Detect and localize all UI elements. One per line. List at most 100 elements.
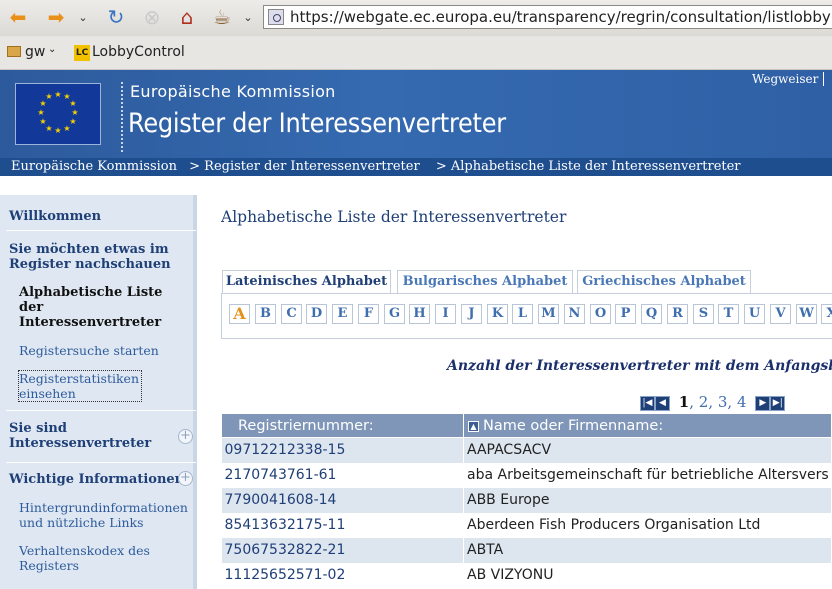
coffee-cup-icon[interactable]: ☕ bbox=[209, 4, 235, 30]
letter-link-q[interactable]: Q bbox=[641, 304, 662, 324]
last-page-icon[interactable]: ▶| bbox=[770, 395, 786, 411]
table-body: 09712212338-15 AAPACSACV 2170743761-61 aba … bbox=[221, 437, 832, 588]
svg-text:★: ★ bbox=[69, 99, 76, 108]
table-row[interactable]: 85413632175-11 Aberdeen Fish Producers Or… bbox=[221, 512, 832, 538]
letter-link-c[interactable]: C bbox=[281, 304, 302, 324]
back-arrow-icon[interactable]: ⬅ bbox=[5, 4, 31, 30]
letter-link-t[interactable]: T bbox=[718, 304, 739, 324]
sidebar-section-wichtige-informationen[interactable]: Wichtige Informationen bbox=[9, 472, 184, 487]
stop-icon[interactable]: ⊗ bbox=[139, 4, 165, 30]
bookmarks-toolbar: gw ⌄ LC LobbyControl bbox=[0, 36, 832, 70]
letter-link-j[interactable]: J bbox=[461, 304, 482, 324]
current-page: 1 bbox=[678, 393, 690, 411]
table-row[interactable]: 7790041608-14 ABB Europe bbox=[221, 487, 832, 513]
registriernummer-cell[interactable]: 09712212338-15 bbox=[221, 437, 464, 463]
sidebar-item-hintergrundinformationen[interactable]: Hintergrundinformationen und nützliche L… bbox=[19, 500, 191, 530]
letter-link-d[interactable]: D bbox=[306, 304, 327, 324]
sidebar-willkommen[interactable]: Willkommen bbox=[9, 209, 101, 224]
column-header-name-label: Name oder Firmenname: bbox=[483, 417, 664, 434]
sidebar-section-interessenvertreter[interactable]: Sie sind Interessenvertreter bbox=[9, 421, 169, 451]
column-header-registriernummer[interactable]: Registriernummer: bbox=[221, 413, 464, 438]
addon-dropdown-icon[interactable]: ⌄ bbox=[240, 4, 256, 30]
sidebar-item-registerstatistiken[interactable]: Registerstatistiken einsehen bbox=[18, 370, 142, 402]
table-row[interactable]: 11125652571-02 AB VIZYONU bbox=[221, 562, 832, 588]
letter-link-w[interactable]: W bbox=[796, 304, 817, 324]
registriernummer-cell[interactable]: 2170743761-61 bbox=[221, 462, 464, 488]
bookmark-lobbycontrol[interactable]: LobbyControl bbox=[92, 44, 185, 60]
svg-text:★: ★ bbox=[63, 124, 70, 133]
expand-plus-icon[interactable]: + bbox=[178, 471, 193, 486]
sidebar-item-alphabetische-liste: Alphabetische Liste der Interessenvertre… bbox=[19, 285, 163, 330]
letter-link-b[interactable]: B bbox=[255, 304, 276, 324]
letter-link-l[interactable]: L bbox=[512, 304, 533, 324]
registriernummer-cell[interactable]: 75067532822-21 bbox=[221, 537, 464, 563]
letter-link-k[interactable]: K bbox=[487, 304, 508, 324]
home-icon[interactable]: ⌂ bbox=[174, 4, 200, 30]
forward-arrow-icon[interactable]: ➡ bbox=[43, 4, 69, 30]
table-row[interactable]: 2170743761-61 aba Arbeitsgemeinschaft für… bbox=[221, 462, 832, 488]
sidebar-section-nachschauen[interactable]: Sie möchten etwas im Register nachschaue… bbox=[9, 242, 179, 272]
eu-flag-logo: ★ ★ ★ ★ ★ ★ ★ ★ ★ ★ ★ ★ bbox=[15, 83, 101, 145]
letter-link-s[interactable]: S bbox=[693, 304, 714, 324]
next-page-icon[interactable]: ▶ bbox=[755, 395, 771, 411]
tab-bulgarisches-alphabet[interactable]: Bulgarisches Alphabet bbox=[397, 270, 573, 294]
firmenname-cell[interactable]: AAPACSACV bbox=[463, 437, 832, 463]
tab-lateinisches-alphabet[interactable]: Lateinisches Alphabet bbox=[222, 270, 391, 294]
breadcrumb-item-register[interactable]: > Register der Interessenvertreter bbox=[181, 159, 424, 174]
firmenname-cell[interactable]: ABB Europe bbox=[463, 487, 832, 513]
url-bar[interactable]: https://webgate.ec.europa.eu/transparenc… bbox=[263, 5, 832, 29]
svg-text:★: ★ bbox=[45, 92, 52, 101]
letter-link-h[interactable]: H bbox=[409, 304, 430, 324]
expand-plus-icon[interactable]: + bbox=[178, 429, 193, 444]
letter-link-u[interactable]: U bbox=[744, 304, 765, 324]
registriernummer-cell[interactable]: 85413632175-11 bbox=[221, 512, 464, 538]
svg-text:★: ★ bbox=[37, 108, 44, 117]
url-text: https://webgate.ec.europa.eu/transparenc… bbox=[290, 8, 832, 26]
registriernummer-cell[interactable]: 11125652571-02 bbox=[221, 562, 464, 588]
site-identity-icon[interactable] bbox=[268, 9, 284, 25]
letter-link-r[interactable]: R bbox=[667, 304, 688, 324]
page-link[interactable]: 2 bbox=[699, 393, 709, 411]
page-link[interactable]: 3 bbox=[718, 393, 728, 411]
tab-griechisches-alphabet[interactable]: Griechisches Alphabet bbox=[577, 270, 751, 294]
page-link[interactable]: 4 bbox=[737, 393, 747, 411]
prev-page-icon[interactable]: ◀ bbox=[655, 395, 670, 411]
firmenname-cell[interactable]: aba Arbeitsgemeinschaft für betriebliche… bbox=[463, 462, 832, 488]
letter-link-e[interactable]: E bbox=[332, 304, 353, 324]
firmenname-cell[interactable]: AB VIZYONU bbox=[463, 562, 832, 588]
firmenname-cell[interactable]: Aberdeen Fish Producers Organisation Ltd bbox=[463, 512, 832, 538]
letter-link-g[interactable]: G bbox=[384, 304, 405, 324]
chevron-down-icon[interactable]: ⌄ bbox=[48, 44, 56, 55]
reload-icon[interactable]: ↻ bbox=[103, 4, 129, 30]
letter-link-a[interactable]: A bbox=[229, 304, 250, 324]
first-page-icon[interactable]: |◀ bbox=[640, 395, 655, 411]
letter-link-x[interactable]: X bbox=[821, 304, 832, 324]
sidebar-item-registersuche[interactable]: Registersuche starten bbox=[19, 343, 159, 358]
letter-link-o[interactable]: O bbox=[590, 304, 611, 324]
breadcrumb-item-ec[interactable]: Europäische Kommission bbox=[11, 159, 177, 174]
wegweiser-link[interactable]: Wegweiser bbox=[752, 72, 825, 86]
sidebar-item-verhaltenskodex[interactable]: Verhaltenskodex des Registers bbox=[19, 543, 169, 573]
sort-ascending-icon[interactable]: ▲ bbox=[468, 420, 479, 432]
breadcrumb-item-current: > Alphabetische Liste der Interessenvert… bbox=[435, 159, 741, 174]
page-title: Alphabetische Liste der Interessenvertre… bbox=[221, 208, 567, 226]
table-row[interactable]: 75067532822-21 ABTA bbox=[221, 537, 832, 563]
bookmark-gw[interactable]: gw bbox=[25, 44, 45, 60]
letter-link-f[interactable]: F bbox=[358, 304, 379, 324]
divider bbox=[6, 410, 196, 411]
svg-text:★: ★ bbox=[39, 117, 46, 126]
letter-link-p[interactable]: P bbox=[615, 304, 636, 324]
letter-link-i[interactable]: I bbox=[435, 304, 456, 324]
letter-link-n[interactable]: N bbox=[564, 304, 585, 324]
breadcrumb: Europäische Kommission > Register der In… bbox=[0, 158, 832, 176]
column-header-name[interactable]: ▲ Name oder Firmenname: bbox=[463, 413, 832, 438]
letter-link-v[interactable]: V bbox=[770, 304, 791, 324]
firmenname-cell[interactable]: ABTA bbox=[463, 537, 832, 563]
registriernummer-cell[interactable]: 7790041608-14 bbox=[221, 487, 464, 513]
svg-text:★: ★ bbox=[54, 90, 61, 99]
table-row[interactable]: 09712212338-15 AAPACSACV bbox=[221, 437, 832, 463]
org-name: Europäische Kommission bbox=[130, 82, 336, 101]
letter-link-m[interactable]: M bbox=[538, 304, 559, 324]
history-dropdown-icon[interactable]: ⌄ bbox=[75, 4, 91, 30]
count-label: Anzahl der Interessenvertreter mit dem A… bbox=[447, 358, 832, 374]
